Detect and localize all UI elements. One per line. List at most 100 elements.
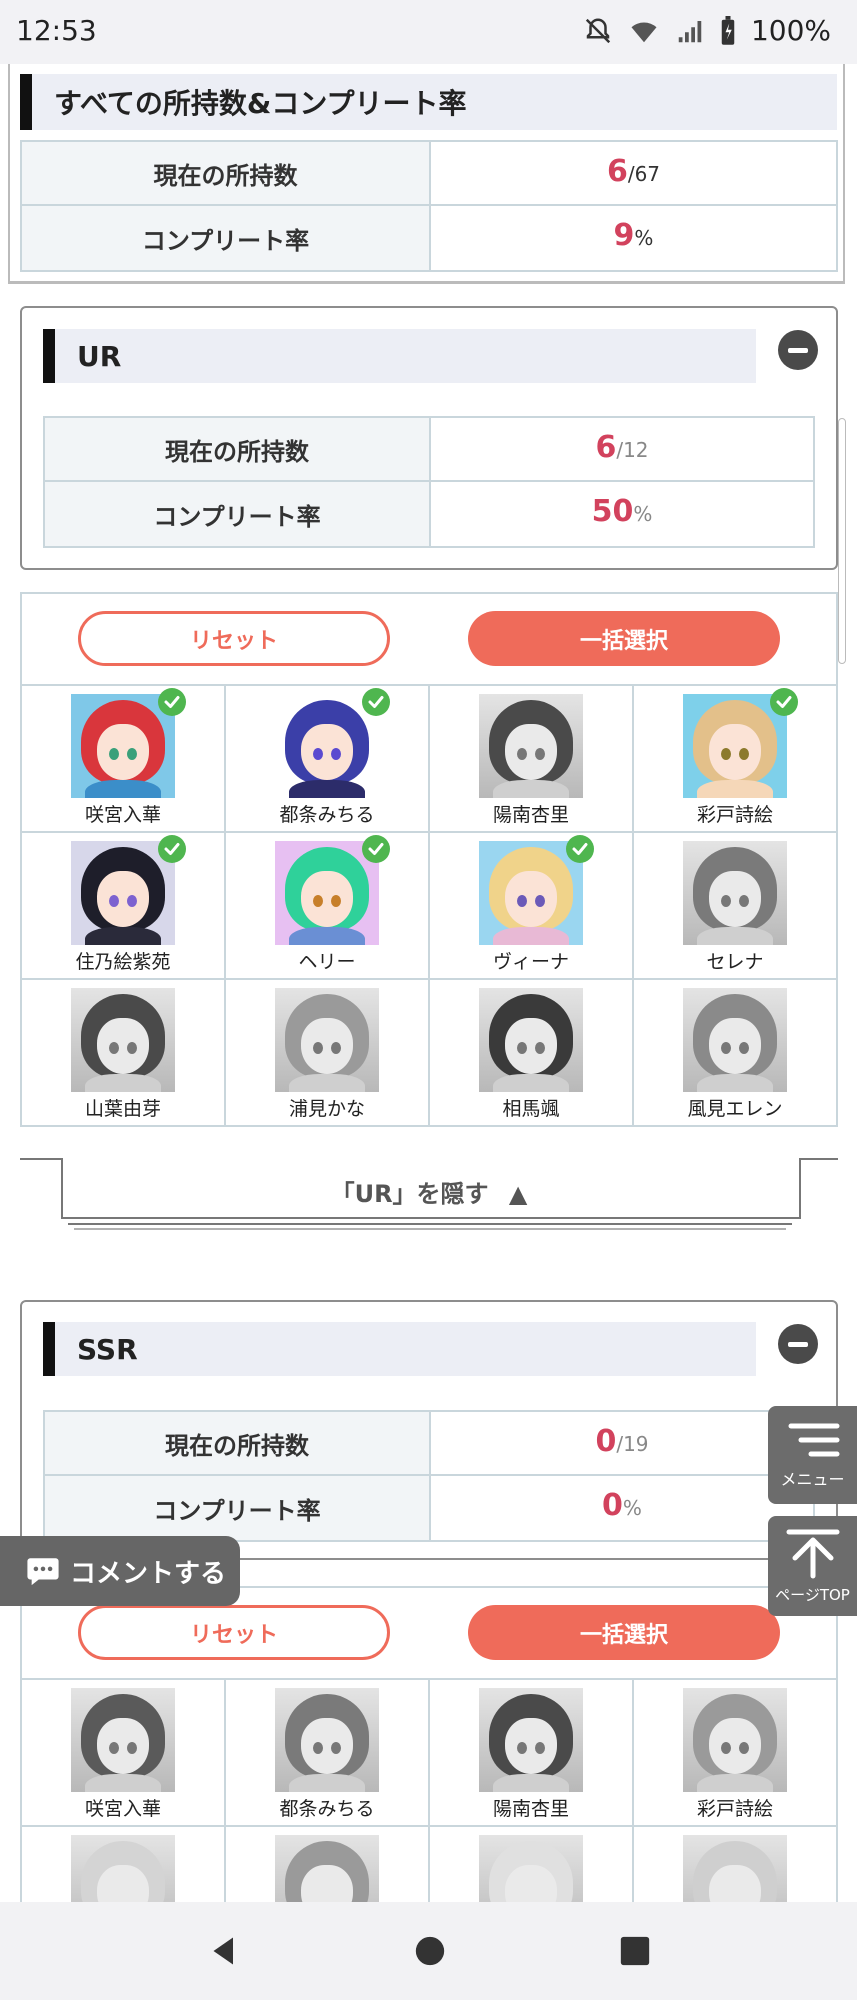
stat-label: コンプリート率 [22,206,431,270]
character-portrait [71,1688,175,1792]
home-icon[interactable] [413,1934,447,1968]
minus-icon [788,347,808,353]
character-name: 陽南杏里 [492,1798,569,1820]
character-name: 都条みちる [279,804,375,826]
comment-button[interactable]: コメントする [0,1536,240,1606]
ur-select-all-button[interactable]: 一括選択 [468,611,780,666]
recents-icon[interactable] [618,1934,652,1968]
minus-icon [788,1341,808,1347]
character-portrait [71,1835,175,1903]
ur-collapse-button[interactable] [778,330,818,370]
stat-row-count: 現在の所持数 0/19 [45,1412,813,1476]
character-cell[interactable]: 彩戸詩絵 [634,1680,838,1827]
stat-row-rate: コンプリート率 50% [45,482,813,546]
ur-hide-bar[interactable]: 「UR」を隠す ▲ [20,1158,838,1230]
stat-value: 9% [431,206,836,270]
stat-value: 6/12 [431,418,813,480]
character-cell[interactable] [634,1827,838,1903]
menu-icon [788,1423,839,1457]
character-portrait [683,988,787,1092]
ssr-select-all-button[interactable]: 一括選択 [468,1605,780,1660]
signal-icon [678,20,702,42]
back-icon[interactable] [206,1933,242,1969]
mute-icon [585,17,611,43]
stat-label: 現在の所持数 [22,142,431,204]
stat-row-count: 現在の所持数 6/67 [22,142,836,206]
stat-suffix: % [622,1496,642,1520]
battery-icon [721,15,735,45]
ur-title: UR [43,329,756,383]
ur-reset-button[interactable]: リセット [78,611,390,666]
stat-label: 現在の所持数 [45,1412,431,1474]
menu-label: メニュー [780,1470,845,1489]
character-name: 浦見かな [288,1098,365,1120]
stat-number: 6 [595,430,617,465]
character-cell[interactable] [226,1827,430,1903]
summary-title: すべての所持数&コンプリート率 [20,74,837,130]
scrollbar[interactable] [838,418,846,664]
character-cell[interactable]: 陽南杏里 [430,686,634,833]
character-cell[interactable]: 都条みちる [226,686,430,833]
stat-label: コンプリート率 [45,1476,431,1540]
stat-value: 0% [431,1476,813,1540]
checkmark-icon [566,835,594,863]
character-cell[interactable]: 陽南杏里 [430,1680,634,1827]
character-portrait [479,988,583,1092]
ssr-character-grid: 咲宮入華 都条みちる 陽南杏里 彩戸詩絵 [20,1680,838,1827]
page-top-button[interactable]: ページTOP [768,1516,857,1616]
character-cell[interactable]: 咲宮入華 [22,686,226,833]
character-cell[interactable]: 山葉由芽 [22,980,226,1127]
character-portrait [71,988,175,1092]
ur-character-grid: 咲宮入華 都条みちる 陽南杏里 彩戸詩絵住乃絵紫苑 ヘリー ヴィーナ セレナ山葉由芽 浦見かな… [20,686,838,1127]
character-cell[interactable]: 都条みちる [226,1680,430,1827]
character-cell[interactable]: ヴィーナ [430,833,634,980]
ssr-title-text: SSR [77,1332,138,1366]
stat-number: 9 [613,218,635,253]
character-cell[interactable]: 風見エレン [634,980,838,1127]
page-top-label: ページTOP [775,1585,850,1604]
stat-row-rate: コンプリート率 9% [22,206,836,270]
character-cell[interactable] [430,1827,634,1903]
character-portrait [275,988,379,1092]
character-portrait [479,694,583,798]
stat-suffix: /67 [627,162,661,186]
comment-label: コメントする [70,1558,227,1589]
character-name: 彩戸詩絵 [696,1798,773,1820]
character-name: ヴィーナ [492,951,569,973]
character-cell[interactable]: 彩戸詩絵 [634,686,838,833]
system-nav-bar [0,1902,857,2000]
character-portrait [275,1835,379,1903]
character-cell[interactable]: 相馬颯 [430,980,634,1127]
summary-stats-table: 現在の所持数 6/67 コンプリート率 9% [20,140,838,272]
checkmark-icon [158,835,186,863]
character-name: 咲宮入華 [84,804,161,826]
battery-percent: 100% [750,14,831,47]
character-cell[interactable]: 咲宮入華 [22,1680,226,1827]
character-name: 山葉由芽 [84,1098,161,1120]
triangle-up-icon: ▲ [508,1180,528,1208]
checkmark-icon [362,688,390,716]
checkmark-icon [770,688,798,716]
ssr-reset-button[interactable]: リセット [78,1605,390,1660]
stat-value: 6/67 [431,142,836,204]
ur-stats-table: 現在の所持数 6/12 コンプリート率 50% [43,416,815,548]
ur-hide-text: 「UR」を隠す [330,1180,489,1208]
character-cell[interactable]: 住乃絵紫苑 [22,833,226,980]
status-time: 12:53 [16,14,97,47]
character-cell[interactable]: ヘリー [226,833,430,980]
character-cell[interactable] [22,1827,226,1903]
character-name: 陽南杏里 [492,804,569,826]
ssr-stats-table: 現在の所持数 0/19 コンプリート率 0% [43,1410,815,1542]
ur-hide-label: 「UR」を隠す ▲ [20,1174,838,1209]
summary-title-text: すべての所持数&コンプリート率 [54,87,467,120]
stat-value: 50% [431,482,813,546]
menu-button[interactable]: メニュー [768,1406,857,1504]
character-cell[interactable]: 浦見かな [226,980,430,1127]
stat-label: 現在の所持数 [45,418,431,480]
character-portrait [683,841,787,945]
ssr-collapse-button[interactable] [778,1324,818,1364]
stat-label: コンプリート率 [45,482,431,546]
stat-number: 6 [606,154,628,189]
character-cell[interactable]: セレナ [634,833,838,980]
character-name: セレナ [706,951,764,973]
